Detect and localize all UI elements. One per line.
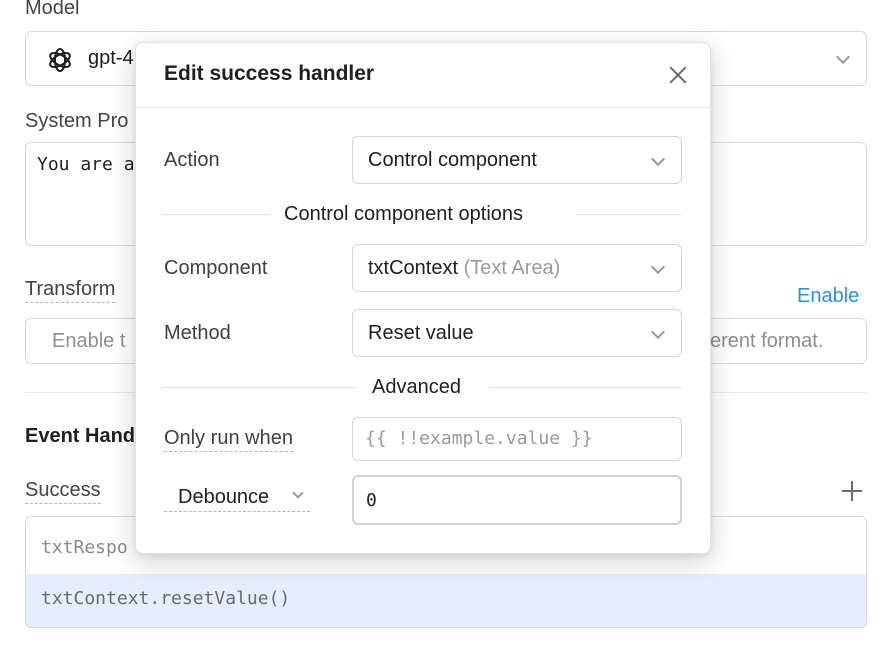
action-value: Control component bbox=[368, 149, 537, 171]
model-value: gpt-4 bbox=[88, 47, 134, 69]
component-select[interactable]: txtContext (Text Area) bbox=[352, 244, 682, 292]
transform-label: Transform bbox=[25, 278, 116, 303]
debounce-label: Debounce bbox=[178, 486, 270, 508]
method-value: Reset value bbox=[368, 322, 474, 344]
component-type: (Text Area) bbox=[463, 257, 561, 279]
component-value: txtContext bbox=[368, 257, 459, 279]
debounce-value: 0 bbox=[366, 490, 377, 511]
system-prompt-label: System Pro bbox=[25, 110, 129, 132]
advanced-divider-left bbox=[162, 387, 357, 388]
options-divider-left bbox=[162, 214, 270, 215]
action-select[interactable]: Control component bbox=[352, 136, 682, 184]
debounce-input[interactable]: 0 bbox=[352, 475, 682, 525]
modal-header: Edit success handler bbox=[136, 43, 710, 108]
openai-logo-icon bbox=[49, 48, 71, 72]
chevron-down-icon bbox=[835, 49, 851, 65]
handler-row-text: txtRespo bbox=[41, 537, 128, 558]
event-handlers-heading: Event Hand bbox=[25, 425, 136, 447]
only-run-when-label: Only run when bbox=[164, 427, 293, 452]
debounce-dropdown[interactable]: Debounce bbox=[164, 484, 310, 512]
method-label: Method bbox=[164, 322, 231, 344]
chevron-down-icon bbox=[650, 259, 666, 275]
chevron-down-icon bbox=[292, 487, 304, 499]
system-prompt-text: You are a bbox=[37, 154, 135, 175]
action-label: Action bbox=[164, 149, 220, 171]
transform-placeholder-start: Enable t bbox=[52, 330, 126, 352]
advanced-heading: Advanced bbox=[372, 376, 461, 398]
modal-title: Edit success handler bbox=[164, 62, 375, 85]
model-label: Model bbox=[25, 0, 80, 19]
advanced-divider-right bbox=[489, 387, 682, 388]
plus-icon[interactable] bbox=[840, 479, 864, 503]
method-select[interactable]: Reset value bbox=[352, 309, 682, 357]
success-label: Success bbox=[25, 479, 101, 504]
transform-placeholder-end: erent format. bbox=[710, 330, 824, 352]
component-label: Component bbox=[164, 257, 268, 279]
enable-transform-link[interactable]: Enable bbox=[797, 285, 859, 308]
handler-row-selected[interactable]: txtContext.resetValue() bbox=[26, 574, 866, 627]
chevron-down-icon bbox=[650, 151, 666, 167]
close-icon[interactable] bbox=[666, 63, 690, 87]
only-run-when-placeholder: {{ !!example.value }} bbox=[365, 428, 593, 449]
handler-row-text: txtContext.resetValue() bbox=[41, 588, 291, 609]
options-divider-right bbox=[577, 214, 682, 215]
only-run-when-input[interactable]: {{ !!example.value }} bbox=[352, 417, 682, 461]
chevron-down-icon bbox=[650, 324, 666, 340]
edit-success-handler-modal: Edit success handler Action Control comp… bbox=[135, 42, 711, 554]
options-heading: Control component options bbox=[284, 203, 524, 225]
